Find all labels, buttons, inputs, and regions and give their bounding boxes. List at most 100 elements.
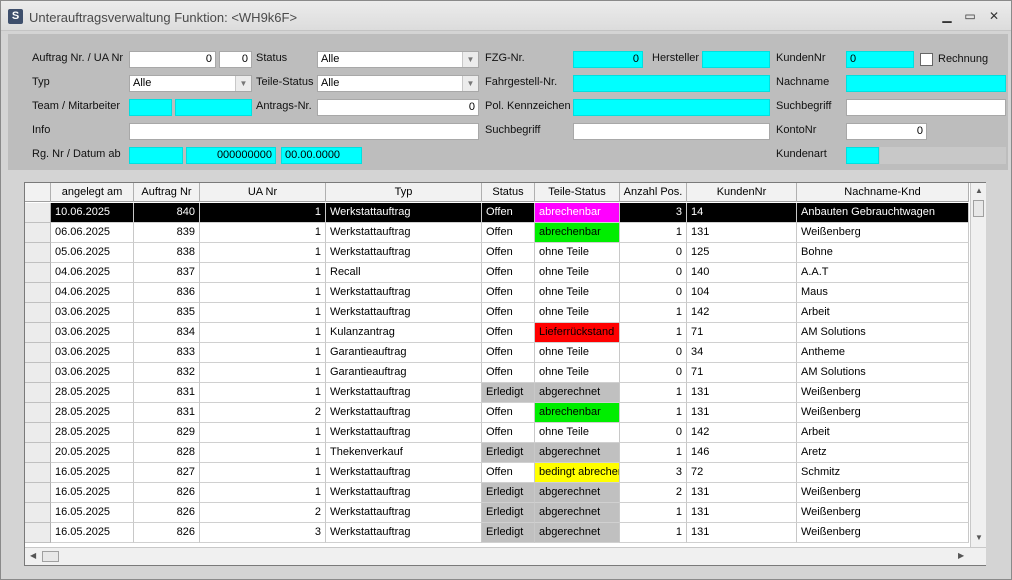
table-row[interactable]: 03.06.2025 834 1 Kulanzantrag Offen Lieferrüc… [25,323,969,343]
kennzeichen-input[interactable] [573,99,770,116]
fahrgestell-input[interactable] [573,75,770,92]
mitarbeiter-input[interactable] [175,99,252,116]
column-header-auftrag-nr[interactable]: Auftrag Nr [134,183,200,202]
teile-status-select[interactable]: Alle ▼ [317,75,479,92]
cell-typ: Werkstattauftrag [326,403,482,423]
table-row[interactable]: 16.05.2025 826 3 Werkstattauftrag Erledigt ab… [25,523,969,543]
kunde-suchbegriff-input[interactable] [846,99,1006,116]
cell-angelegt-am: 28.05.2025 [51,423,134,443]
antrags-label: Antrags-Nr. [256,100,312,112]
table-row[interactable]: 03.06.2025 833 1 Garantieauftrag Offen ohne T… [25,343,969,363]
table-row[interactable]: 16.05.2025 826 1 Werkstattauftrag Erledigt ab… [25,483,969,503]
maximize-button[interactable]: ▭ [961,7,979,25]
column-header-anzahl-pos[interactable]: Anzahl Pos. [620,183,687,202]
row-selector[interactable] [25,383,51,403]
rechnung-checkbox[interactable] [920,53,933,66]
suchbegriff-input[interactable] [573,123,770,140]
table-row[interactable]: 28.05.2025 831 2 Werkstattauftrag Offen abrec… [25,403,969,423]
row-selector[interactable] [25,443,51,463]
kundenart-input[interactable] [846,147,879,164]
row-selector[interactable] [25,483,51,503]
nachname-input[interactable] [846,75,1006,92]
chevron-down-icon[interactable]: ▼ [235,76,251,91]
ua-nr-input[interactable]: 0 [219,51,252,68]
kundennr-input[interactable]: 0 [846,51,914,68]
row-selector[interactable] [25,343,51,363]
row-selector[interactable] [25,423,51,443]
table-row[interactable]: 03.06.2025 832 1 Garantieauftrag Offen ohne T… [25,363,969,383]
cell-kunden-nr: 140 [687,263,797,283]
hersteller-input[interactable] [702,51,770,68]
team-input[interactable] [129,99,172,116]
chevron-down-icon[interactable]: ▼ [462,76,478,91]
cell-status: Offen [482,223,535,243]
row-selector[interactable] [25,223,51,243]
rg-nr-input[interactable] [129,147,183,164]
table-row[interactable]: 28.05.2025 829 1 Werkstattauftrag Offen ohne … [25,423,969,443]
rg-number-input[interactable]: 000000000 [186,147,276,164]
table-row[interactable]: 03.06.2025 835 1 Werkstattauftrag Offen ohne … [25,303,969,323]
vertical-scrollbar[interactable]: ▲ ▼ [970,183,986,547]
fzg-nr-input[interactable]: 0 [573,51,643,68]
table-row[interactable]: 20.05.2025 828 1 Thekenverkauf Erledigt abger… [25,443,969,463]
cell-ua-nr: 1 [200,263,326,283]
row-selector[interactable] [25,523,51,543]
cell-teile-status: abrechenbar [535,223,620,243]
row-selector[interactable] [25,203,51,223]
table-row[interactable]: 10.06.2025 840 1 Werkstattauftrag Offen abrec… [25,203,969,223]
horizontal-scrollbar[interactable]: ◀ ▶ [25,547,986,565]
cell-typ: Werkstattauftrag [326,283,482,303]
column-header-teile-status[interactable]: Teile-Status [535,183,620,202]
column-header-status[interactable]: Status [482,183,535,202]
scroll-down-icon[interactable]: ▼ [975,533,983,542]
cell-anzahl-pos: 0 [620,243,687,263]
row-selector[interactable] [25,243,51,263]
scroll-left-icon[interactable]: ◀ [30,551,36,560]
typ-select[interactable]: Alle ▼ [129,75,252,92]
table-row[interactable]: 04.06.2025 836 1 Werkstattauftrag Offen ohne … [25,283,969,303]
nachname-label: Nachname [776,76,830,88]
table-row[interactable]: 16.05.2025 827 1 Werkstattauftrag Offen bedin… [25,463,969,483]
column-header-nachname-knd[interactable]: Nachname-Knd [797,183,969,202]
scroll-up-icon[interactable]: ▲ [975,186,983,195]
antrags-nr-input[interactable]: 0 [317,99,479,116]
scroll-right-icon[interactable]: ▶ [958,551,964,560]
minimize-button[interactable]: ▁ [938,7,956,25]
column-header-typ[interactable]: Typ [326,183,482,202]
status-select[interactable]: Alle ▼ [317,51,479,68]
cell-typ: Werkstattauftrag [326,383,482,403]
row-selector[interactable] [25,463,51,483]
datum-ab-input[interactable]: 00.00.0000 [281,147,362,164]
column-header-ua-nr[interactable]: UA Nr [200,183,326,202]
close-button[interactable]: ✕ [985,7,1003,25]
row-selector[interactable] [25,403,51,423]
cell-typ: Garantieauftrag [326,363,482,383]
chevron-down-icon[interactable]: ▼ [462,52,478,67]
info-input[interactable] [129,123,479,140]
horizontal-scroll-thumb[interactable] [42,551,59,562]
cell-nachname-knd: AM Solutions [797,363,969,383]
row-selector[interactable] [25,263,51,283]
kontonr-input[interactable]: 0 [846,123,927,140]
grid-header: angelegt am Auftrag Nr UA Nr Typ Status Teile… [25,183,969,202]
column-header-kunden-nr[interactable]: KundenNr [687,183,797,202]
table-row[interactable]: 04.06.2025 837 1 Recall Offen ohne Teile 0 140 A… [25,263,969,283]
cell-status: Offen [482,363,535,383]
table-row[interactable]: 16.05.2025 826 2 Werkstattauftrag Erledigt ab… [25,503,969,523]
row-selector[interactable] [25,323,51,343]
cell-angelegt-am: 28.05.2025 [51,403,134,423]
auftrag-nr-input[interactable]: 0 [129,51,216,68]
row-selector[interactable] [25,283,51,303]
table-row[interactable]: 06.06.2025 839 1 Werkstattauftrag Offen abrec… [25,223,969,243]
column-header-angelegt-am[interactable]: angelegt am [51,183,134,202]
table-row[interactable]: 28.05.2025 831 1 Werkstattauftrag Erledigt ab… [25,383,969,403]
cell-kunden-nr: 71 [687,363,797,383]
table-row[interactable]: 05.06.2025 838 1 Werkstattauftrag Offen ohne … [25,243,969,263]
row-selector[interactable] [25,503,51,523]
cell-ua-nr: 1 [200,443,326,463]
vertical-scroll-thumb[interactable] [973,200,984,217]
cell-angelegt-am: 04.06.2025 [51,283,134,303]
cell-angelegt-am: 16.05.2025 [51,503,134,523]
row-selector[interactable] [25,363,51,383]
row-selector[interactable] [25,303,51,323]
